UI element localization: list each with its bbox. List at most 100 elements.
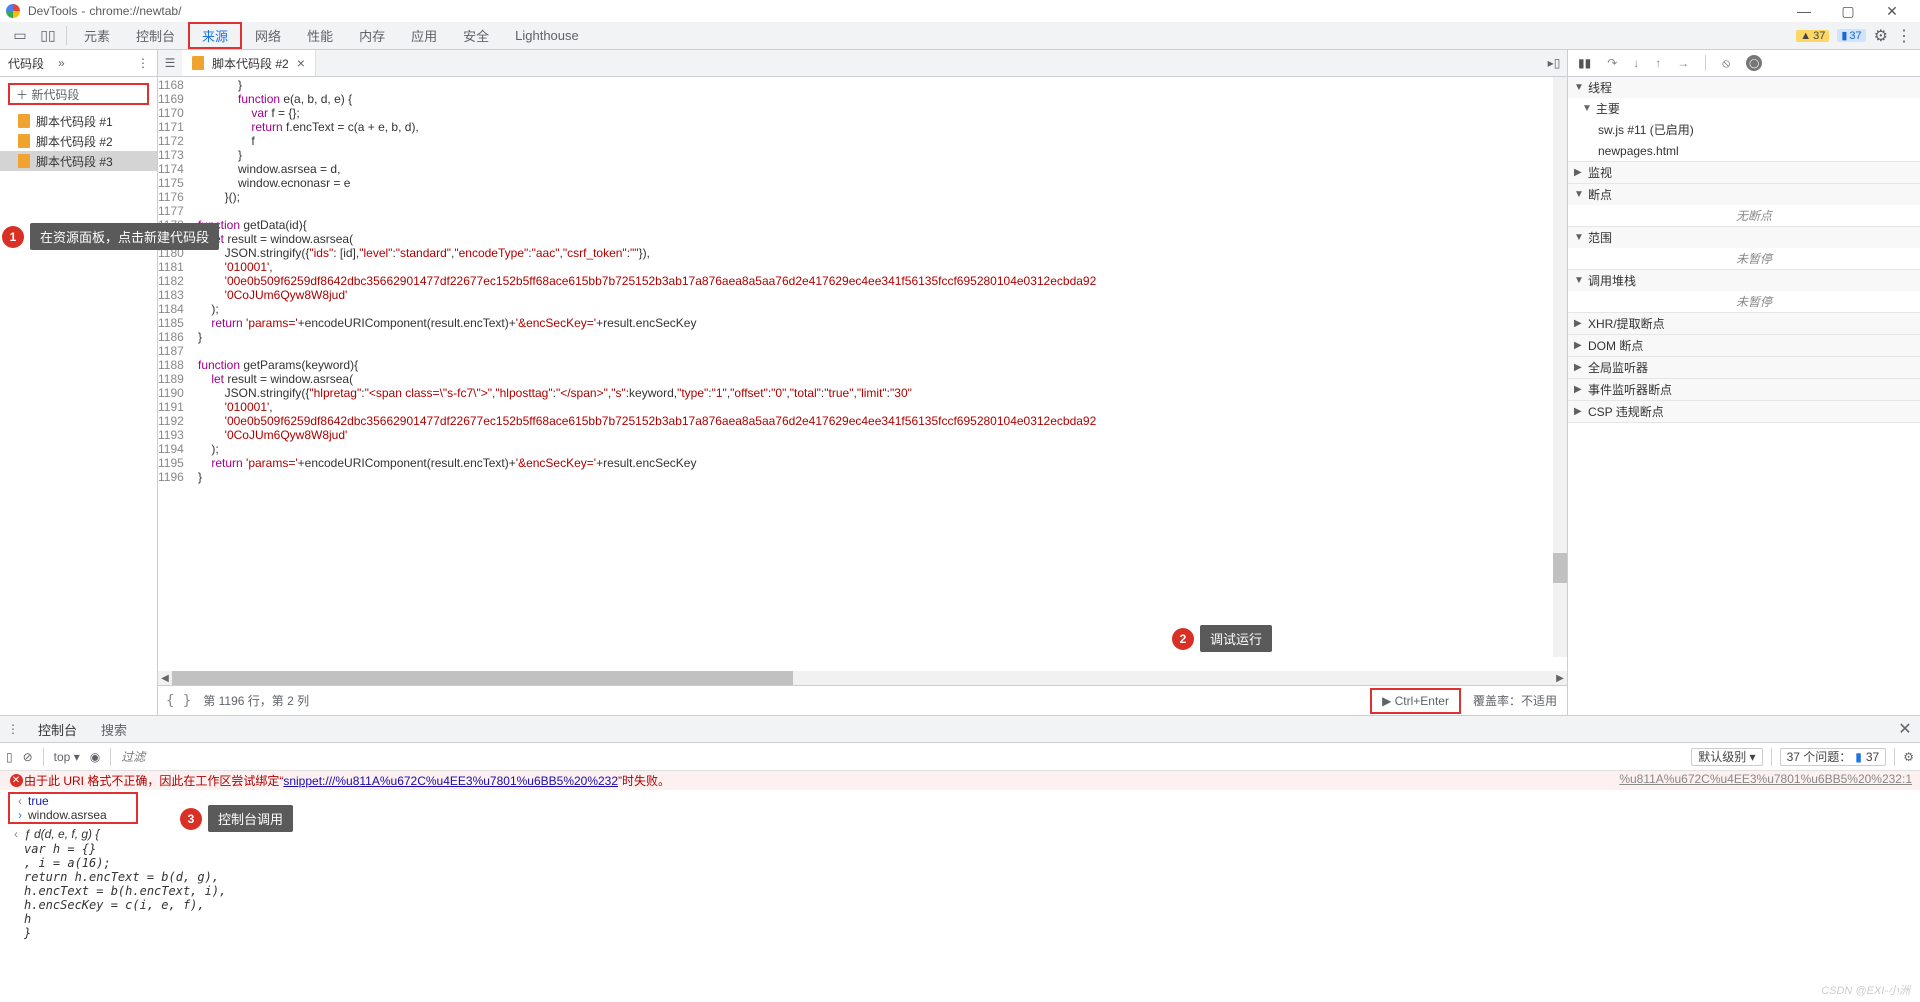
callstack-empty: 未暂停: [1588, 293, 1920, 310]
divider: [66, 26, 67, 45]
threads-section[interactable]: 线程: [1568, 77, 1920, 98]
callstack-section[interactable]: 调用堆栈: [1568, 270, 1920, 291]
close-drawer-icon[interactable]: ✕: [1890, 719, 1920, 739]
deactivate-breakpoints-icon[interactable]: ⦸: [1722, 56, 1730, 71]
console-input-line[interactable]: › window.asrsea: [12, 808, 134, 822]
inspect-icon[interactable]: ▭: [6, 22, 34, 49]
thread-main[interactable]: 主要: [1596, 100, 1620, 117]
editor-tab-name: 脚本代码段 #2: [212, 55, 289, 72]
info-badge[interactable]: ▮37: [1837, 29, 1865, 42]
close-window-button[interactable]: ✕: [1870, 0, 1914, 22]
issues-button[interactable]: 37 个问题： ▮ 37: [1780, 748, 1887, 766]
file-icon: [18, 134, 30, 148]
annotation-label: 调试运行: [1200, 625, 1272, 652]
step-into-icon[interactable]: ↓: [1633, 56, 1639, 70]
annotation-label: 在资源面板，点击新建代码段: [30, 223, 219, 250]
snippet-item[interactable]: 脚本代码段 #3: [0, 151, 157, 171]
tab-performance[interactable]: 性能: [294, 22, 346, 49]
snippets-tab[interactable]: 代码段: [8, 55, 44, 72]
minimize-button[interactable]: —: [1782, 0, 1826, 22]
app-name: DevTools: [28, 4, 77, 18]
main-tabs: ▭ ▯▯ 元素 控制台 来源 网络 性能 内存 应用 安全 Lighthouse…: [0, 22, 1920, 50]
nav-menu-icon[interactable]: ⋮: [129, 56, 157, 70]
error-source[interactable]: %u811A%u672C%u4EE3%u7801%u6BB5%20%232:1: [1619, 772, 1912, 789]
level-selector[interactable]: 默认级别 ▾: [1691, 748, 1762, 766]
error-icon: ✕: [10, 774, 23, 787]
annotation-label: 控制台调用: [208, 805, 293, 832]
drawer-menu-icon[interactable]: ⋮: [0, 722, 26, 736]
pause-icon[interactable]: ▮▮: [1578, 56, 1591, 70]
info-icon: ▮: [1841, 29, 1847, 42]
snippet-item[interactable]: 脚本代码段 #1: [0, 111, 157, 131]
close-tab-icon[interactable]: ×: [297, 55, 305, 71]
drawer-tab-console[interactable]: 控制台: [26, 716, 89, 742]
settings-gear-icon[interactable]: ⚙: [1874, 26, 1888, 46]
coverage-label: 覆盖率：不适用: [1473, 692, 1557, 709]
tab-console[interactable]: 控制台: [123, 22, 188, 49]
cursor-position: 第 1196 行，第 2 列: [203, 692, 309, 709]
sidebar-toggle-icon[interactable]: ▯: [6, 750, 13, 764]
scope-empty: 未暂停: [1588, 250, 1920, 267]
console-error-line: ✕ 由于此 URI 格式不正确，因此在工作区尝试绑定“snippet:///%u…: [0, 771, 1920, 790]
horizontal-scrollbar[interactable]: ◀▶: [158, 671, 1567, 685]
file-icon: [18, 114, 30, 128]
filter-input[interactable]: [121, 750, 1681, 764]
event-listener-breakpoints-section[interactable]: 事件监听器断点: [1568, 379, 1920, 400]
warning-badge[interactable]: ▲37: [1796, 30, 1829, 42]
step-over-icon[interactable]: ↷: [1607, 56, 1617, 70]
page-url: chrome://newtab/: [89, 4, 181, 18]
file-nav-icon[interactable]: ☰: [158, 50, 182, 76]
watermark: CSDN @EXI-小洲: [1821, 982, 1910, 998]
snippet-label: 脚本代码段 #2: [36, 133, 113, 150]
editor-statusbar: { } 第 1196 行，第 2 列 ▶ Ctrl+Enter 覆盖率：不适用: [158, 685, 1567, 715]
live-expression-icon[interactable]: ◉: [90, 750, 100, 764]
tab-memory[interactable]: 内存: [346, 22, 398, 49]
tab-security[interactable]: 安全: [450, 22, 502, 49]
code-area[interactable]: 1168116911701171117211731174117511761177…: [158, 77, 1567, 671]
global-listeners-section[interactable]: 全局监听器: [1568, 357, 1920, 378]
toggle-sidebar-icon[interactable]: ▸▯: [1541, 50, 1567, 76]
error-link[interactable]: snippet:///%u811A%u672C%u4EE3%u7801%u6BB…: [283, 774, 618, 788]
new-snippet-button[interactable]: ＋ 新代码段: [8, 83, 149, 105]
tab-application[interactable]: 应用: [398, 22, 450, 49]
navigator-panel: 代码段 » ⋮ ＋ 新代码段 脚本代码段 #1 脚本代码段 #2 脚本代码段 #…: [0, 50, 158, 715]
pause-on-exceptions-icon[interactable]: ◯: [1746, 55, 1762, 71]
editor-tab[interactable]: 脚本代码段 #2 ×: [182, 50, 316, 76]
run-snippet-button[interactable]: ▶ Ctrl+Enter: [1370, 688, 1461, 714]
xhr-breakpoints-section[interactable]: XHR/提取断点: [1568, 313, 1920, 334]
maximize-button[interactable]: ▢: [1826, 0, 1870, 22]
drawer-tab-search[interactable]: 搜索: [89, 716, 139, 742]
context-selector[interactable]: top ▾: [54, 750, 80, 764]
console-gear-icon[interactable]: ⚙: [1903, 750, 1914, 764]
clear-console-icon[interactable]: ⊘: [23, 750, 33, 764]
breakpoints-section[interactable]: 断点: [1568, 184, 1920, 205]
tab-sources[interactable]: 来源: [188, 22, 242, 49]
console-drawer: ⋮ 控制台 搜索 ✕ ▯ ⊘ top ▾ ◉ 默认级别 ▾ 37 个问题： ▮ …: [0, 716, 1920, 1002]
annotation-badge: 2: [1172, 628, 1194, 650]
call-frame-item[interactable]: sw.js #11 (已启用): [1568, 119, 1920, 140]
step-out-icon[interactable]: ↑: [1655, 56, 1661, 70]
warning-icon: ▲: [1800, 30, 1811, 42]
tab-elements[interactable]: 元素: [71, 22, 123, 49]
titlebar: DevTools - chrome://newtab/ — ▢ ✕: [0, 0, 1920, 22]
snippet-item[interactable]: 脚本代码段 #2: [0, 131, 157, 151]
vertical-scrollbar[interactable]: [1553, 77, 1567, 657]
tab-lighthouse[interactable]: Lighthouse: [502, 22, 592, 49]
watch-section[interactable]: 监视: [1568, 162, 1920, 183]
file-icon: [192, 56, 204, 70]
call-frame-item[interactable]: newpages.html: [1568, 140, 1920, 161]
debugger-panel: ▮▮ ↷ ↓ ↑ → ⦸ ◯ 线程 ▼主要 sw.js #11 (已启用) ne…: [1568, 50, 1920, 715]
issue-icon: ▮: [1855, 750, 1862, 764]
tab-network[interactable]: 网络: [242, 22, 294, 49]
device-toggle-icon[interactable]: ▯▯: [34, 22, 62, 49]
snippet-label: 脚本代码段 #1: [36, 113, 113, 130]
csp-violation-breakpoints-section[interactable]: CSP 违规断点: [1568, 401, 1920, 422]
scope-section[interactable]: 范围: [1568, 227, 1920, 248]
editor-panel: ☰ 脚本代码段 #2 × ▸▯ 116811691170117111721173…: [158, 50, 1568, 715]
more-menu-icon[interactable]: ⋮: [1896, 26, 1912, 46]
step-icon[interactable]: →: [1677, 56, 1689, 70]
dom-breakpoints-section[interactable]: DOM 断点: [1568, 335, 1920, 356]
pretty-print-icon[interactable]: { }: [166, 693, 191, 709]
more-tabs-icon[interactable]: »: [52, 56, 71, 70]
breakpoints-empty: 无断点: [1588, 207, 1920, 224]
